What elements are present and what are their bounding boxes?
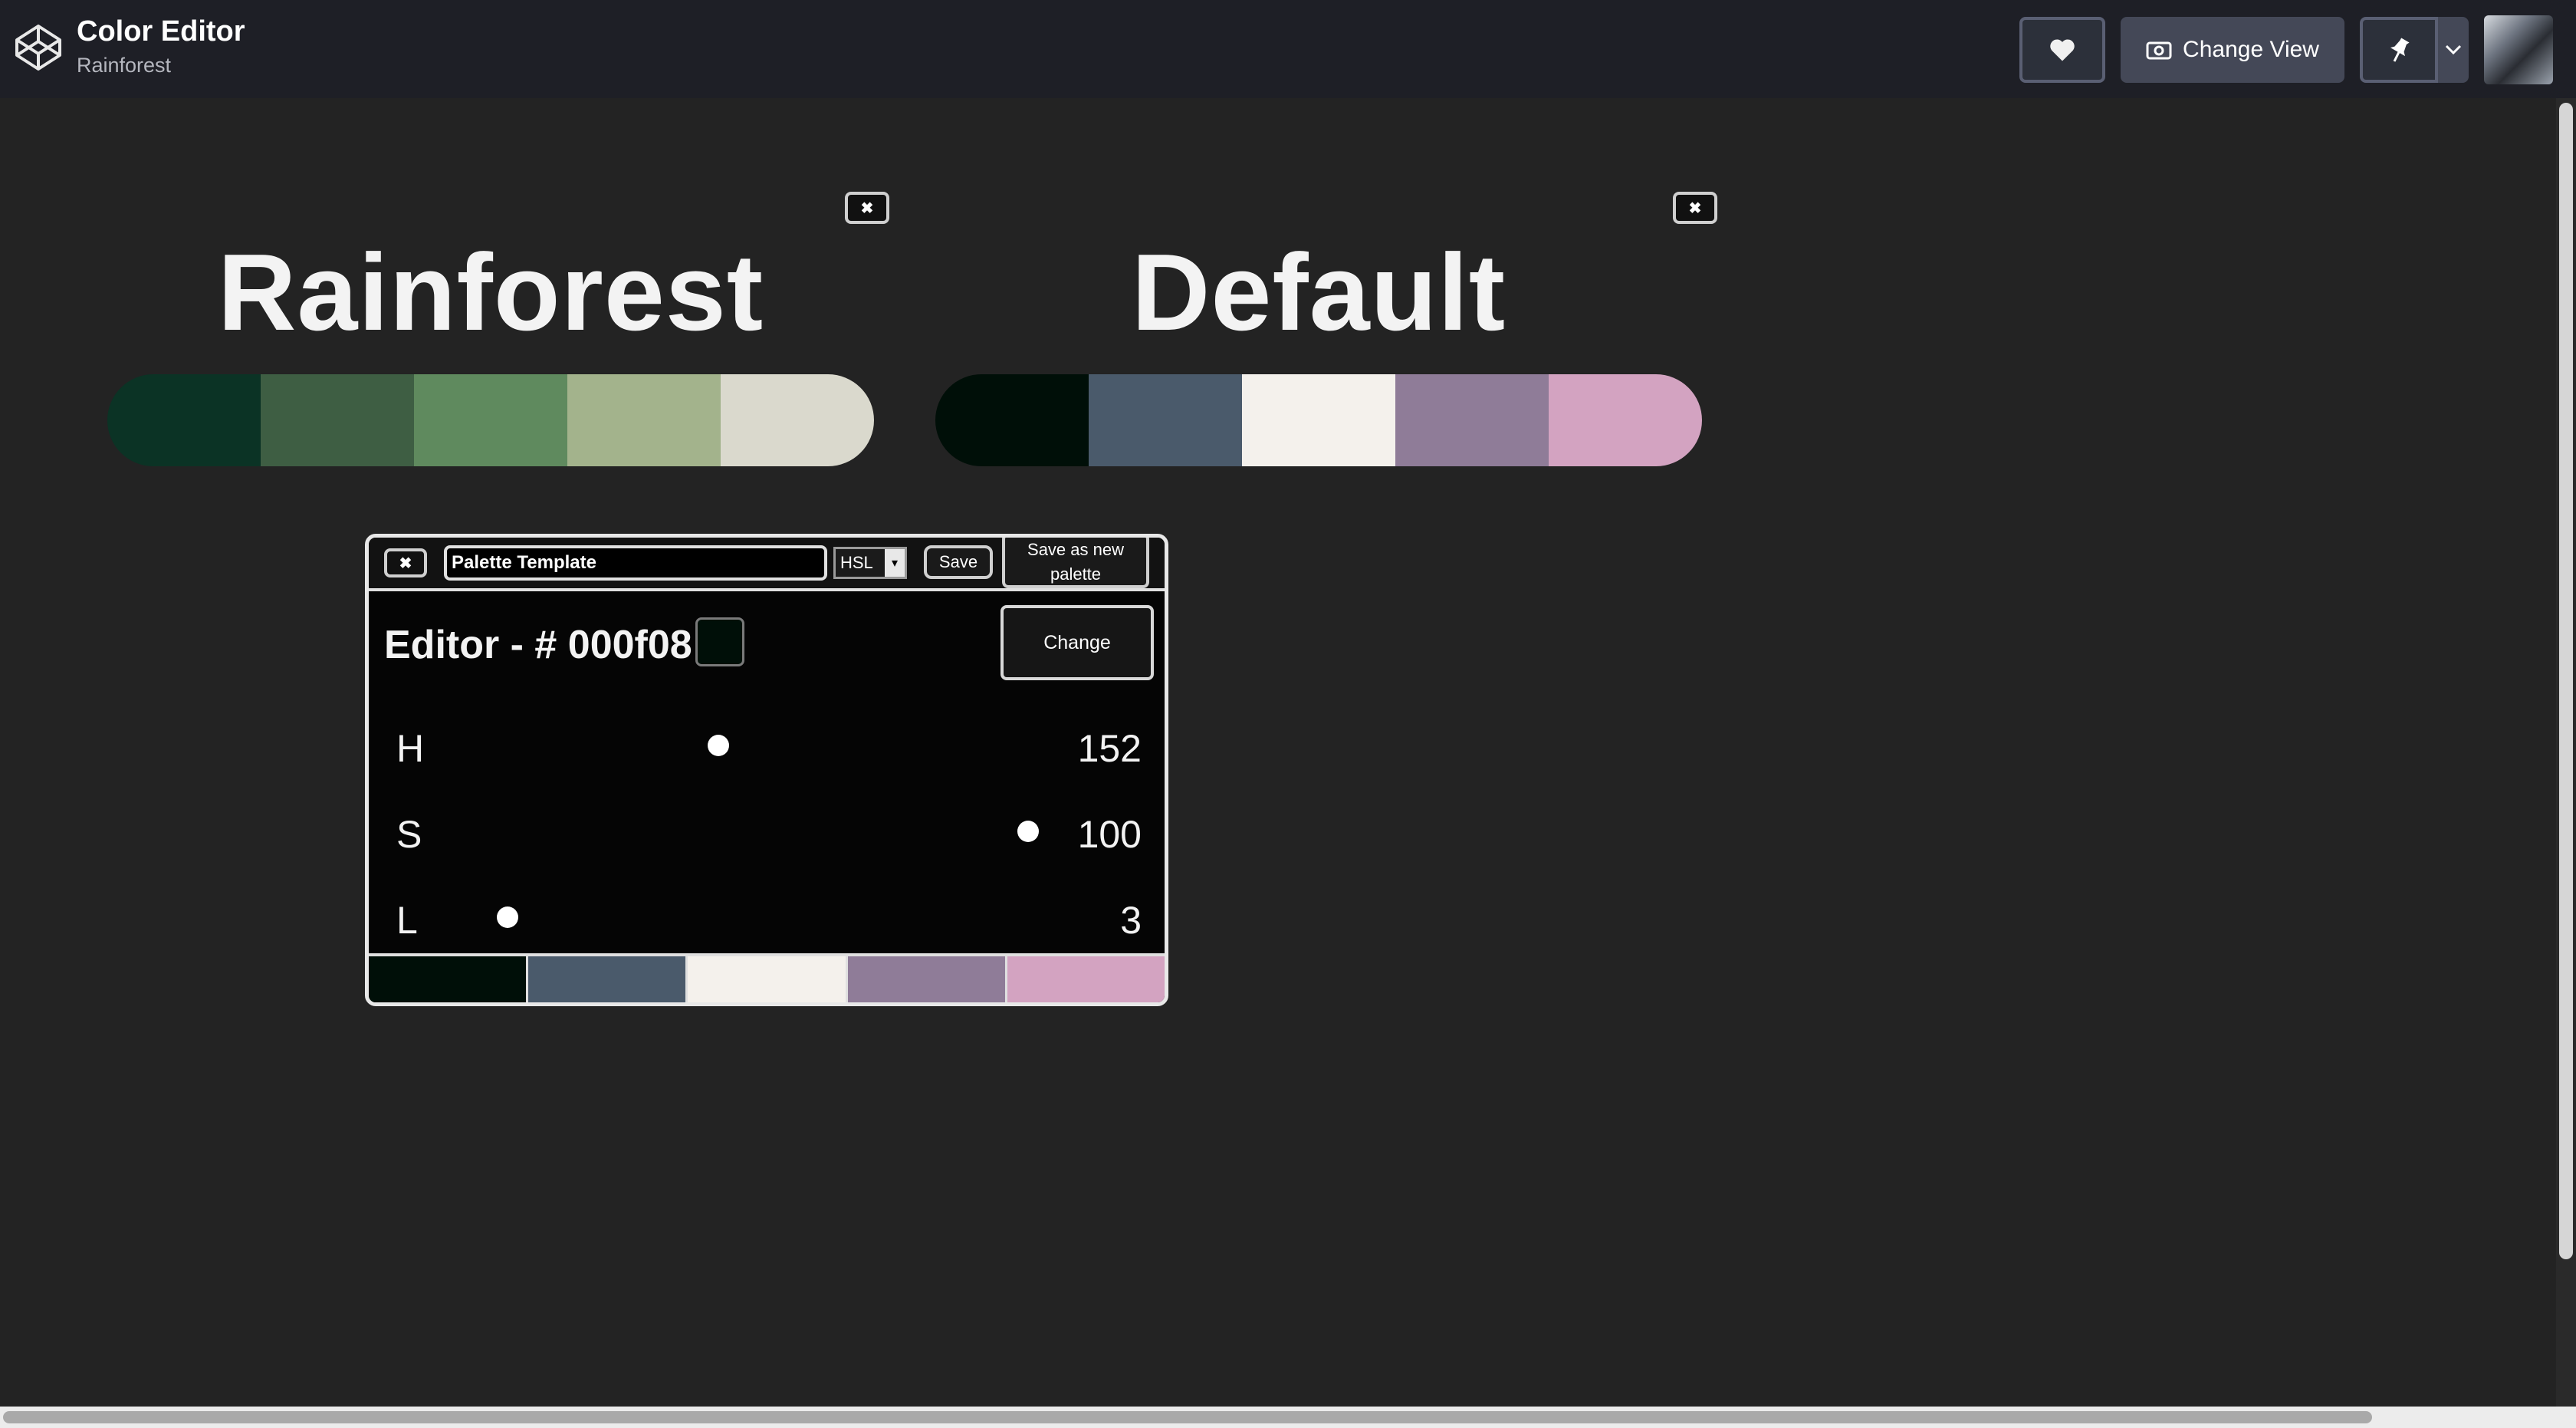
- palette-swatch[interactable]: [261, 374, 414, 466]
- codepen-logo-icon[interactable]: [14, 23, 63, 72]
- palette-swatch[interactable]: [1242, 374, 1395, 466]
- current-color-preview: [695, 617, 744, 666]
- color-mode-value: HSL: [840, 553, 873, 572]
- close-icon: ✖: [1688, 199, 1702, 217]
- saturation-slider-thumb[interactable]: [1017, 821, 1039, 842]
- like-button[interactable]: [2019, 17, 2105, 83]
- palette-swatch[interactable]: [567, 374, 721, 466]
- saturation-row: S 100: [369, 801, 1165, 863]
- app-subtitle: Rainforest: [77, 54, 172, 77]
- lightness-value: 3: [1120, 899, 1142, 942]
- lightness-slider[interactable]: [491, 906, 1028, 928]
- close-icon: ✖: [860, 199, 874, 217]
- palette-swatch[interactable]: [721, 374, 874, 466]
- saturation-slider[interactable]: [491, 821, 1039, 842]
- lightness-label: L: [396, 899, 418, 942]
- color-mode-select[interactable]: HSL ▾: [833, 547, 907, 579]
- lightness-row: L 3: [369, 887, 1165, 949]
- chevron-down-icon: [2445, 44, 2462, 55]
- horizontal-scrollbar-thumb[interactable]: [3, 1411, 2372, 1423]
- palette-swatch[interactable]: [935, 374, 1089, 466]
- change-view-label: Change View: [2183, 37, 2319, 62]
- palette-bar-default[interactable]: [935, 374, 1702, 466]
- save-as-new-palette-button[interactable]: Save as new palette: [1002, 538, 1149, 588]
- editor-title: Editor - # 000f08: [384, 623, 692, 667]
- view-icon: [2146, 41, 2172, 60]
- pin-icon: [2390, 38, 2410, 62]
- editor-swatch[interactable]: [369, 956, 529, 1002]
- chevron-down-icon: ▾: [885, 549, 905, 577]
- heart-icon: [2050, 39, 2075, 61]
- editor-swatch[interactable]: [1007, 956, 1165, 1002]
- close-palette-default-button[interactable]: ✖: [1673, 192, 1717, 224]
- hue-slider-thumb[interactable]: [707, 735, 729, 756]
- palette-swatch[interactable]: [1089, 374, 1242, 466]
- close-editor-button[interactable]: ✖: [384, 548, 427, 577]
- app-title: Color Editor: [77, 15, 245, 48]
- pin-menu-button[interactable]: [2438, 17, 2469, 83]
- change-button[interactable]: Change: [1001, 605, 1154, 680]
- editor-swatch-strip: [369, 953, 1165, 1002]
- hue-value: 152: [1077, 727, 1142, 770]
- top-bar: Color Editor Rainforest Change View: [0, 0, 2576, 98]
- pin-button[interactable]: [2360, 17, 2438, 83]
- editor-swatch[interactable]: [847, 956, 1007, 1002]
- vertical-scrollbar-thumb[interactable]: [2559, 103, 2573, 1259]
- saturation-label: S: [396, 813, 422, 856]
- editor-toolbar: ✖ HSL ▾ Save Save as new palette: [369, 538, 1165, 591]
- lightness-slider-thumb[interactable]: [497, 906, 518, 928]
- palette-bar-rainforest[interactable]: [107, 374, 874, 466]
- avatar[interactable]: [2484, 15, 2553, 84]
- palette-name-input[interactable]: [444, 545, 827, 581]
- editor-swatch[interactable]: [528, 956, 688, 1002]
- palette-title-rainforest: Rainforest: [217, 232, 764, 354]
- hue-label: H: [396, 727, 425, 770]
- change-view-button[interactable]: Change View: [2121, 17, 2344, 83]
- palette-swatch[interactable]: [414, 374, 567, 466]
- hue-slider[interactable]: [491, 735, 1028, 756]
- hue-row: H 152: [369, 716, 1165, 777]
- palette-title-default: Default: [1131, 232, 1506, 354]
- palette-swatch[interactable]: [1395, 374, 1549, 466]
- save-button[interactable]: Save: [924, 545, 993, 579]
- color-editor-panel: ✖ HSL ▾ Save Save as new palette Editor …: [365, 534, 1168, 1006]
- editor-swatch[interactable]: [688, 956, 848, 1002]
- close-icon: ✖: [399, 554, 412, 572]
- saturation-value: 100: [1077, 813, 1142, 856]
- close-palette-rainforest-button[interactable]: ✖: [845, 192, 889, 224]
- palette-swatch[interactable]: [107, 374, 261, 466]
- palette-swatch[interactable]: [1549, 374, 1702, 466]
